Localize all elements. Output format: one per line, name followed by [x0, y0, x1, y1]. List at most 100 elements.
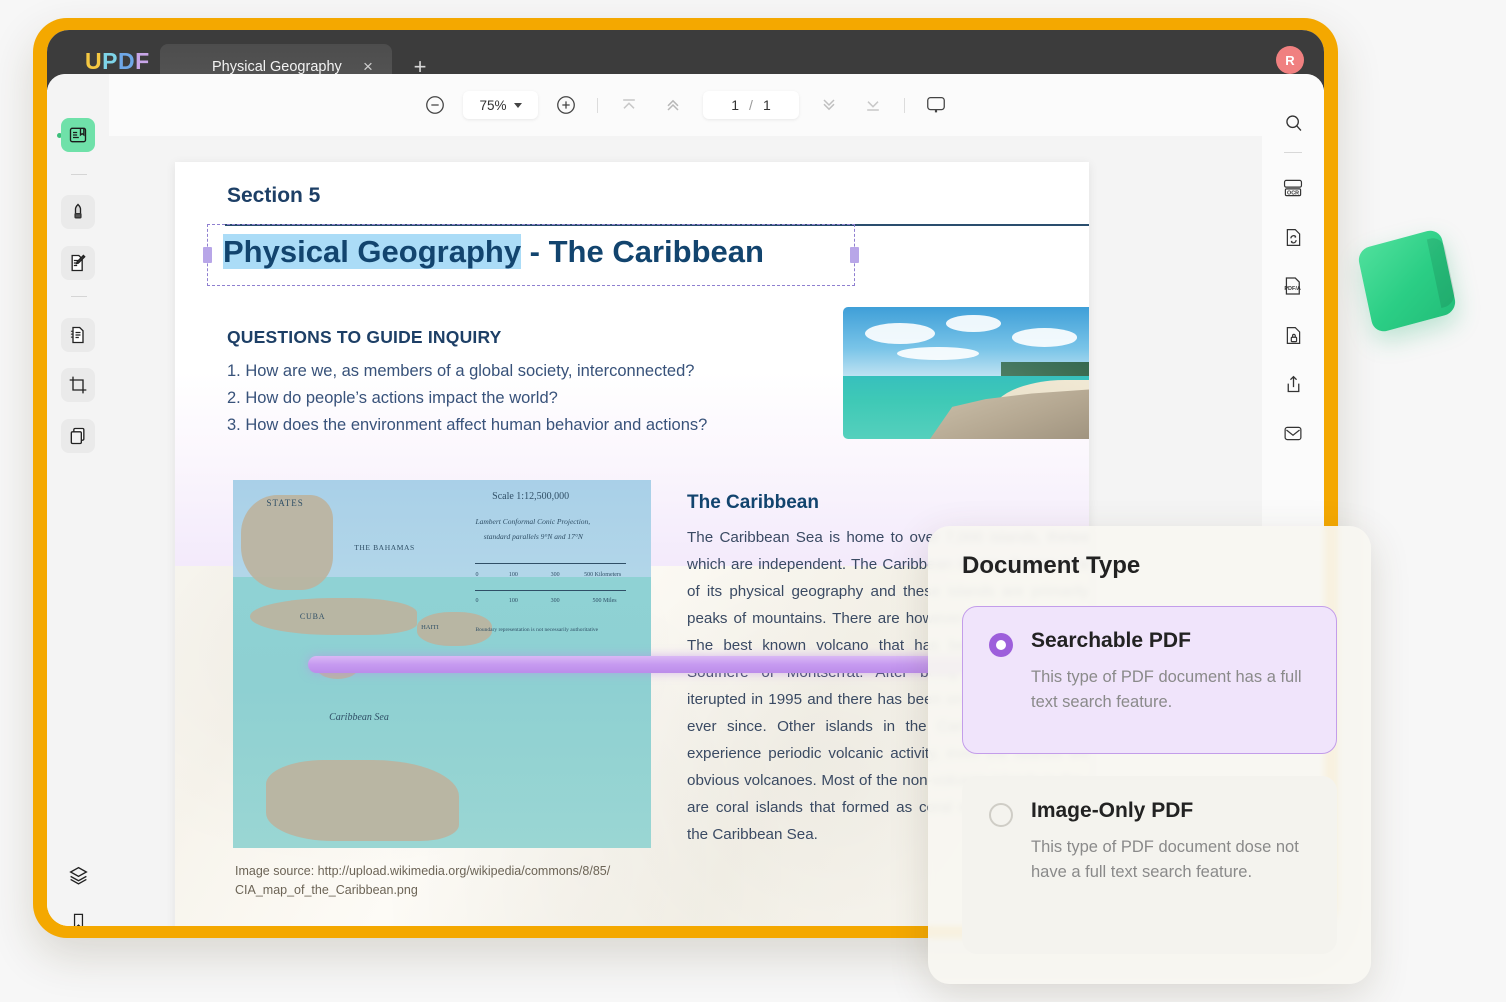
page-title-highlighted: Physical Geography	[223, 234, 521, 269]
ocr-icon: OCR	[1282, 177, 1304, 199]
book-reader-icon	[68, 125, 88, 145]
sidebar-item-crop-page[interactable]	[61, 368, 95, 402]
option-description: This type of PDF document dose not have …	[1031, 835, 1312, 885]
sidebar-item-convert[interactable]	[1276, 220, 1310, 254]
zoom-out-button[interactable]	[418, 88, 452, 122]
photo-cloud	[946, 315, 1000, 332]
option-description: This type of PDF document has a full tex…	[1031, 665, 1312, 715]
questions-heading: QUESTIONS TO GUIDE INQUIRY	[227, 327, 502, 348]
map-landmass-cuba	[250, 598, 417, 635]
avatar[interactable]: R	[1276, 46, 1304, 74]
updf-logo: UPDF	[85, 48, 150, 75]
zoom-level-select[interactable]: 75%	[463, 91, 538, 119]
document-type-option-image-only[interactable]: Image-Only PDF This type of PDF document…	[962, 776, 1337, 954]
map-landmass-florida	[241, 495, 333, 591]
edit-document-icon	[68, 253, 88, 273]
sidebar-item-bookmarks[interactable]	[61, 904, 95, 926]
current-page-value: 1	[731, 97, 739, 113]
map-scale-tick-0: 0	[475, 572, 478, 578]
map-label-bahamas: THE BAHAMAS	[354, 543, 415, 552]
questions-list: 1. How are we, as members of a global so…	[227, 358, 707, 439]
lock-document-icon	[1283, 325, 1304, 346]
map-label-projection-2: standard parallels 9°N and 17°N	[484, 532, 583, 541]
question-item: 3. How does the environment affect human…	[227, 412, 707, 439]
organize-pages-icon	[68, 426, 88, 446]
sidebar-divider-2	[71, 296, 87, 297]
document-type-option-searchable[interactable]: Searchable PDF This type of PDF document…	[962, 606, 1337, 754]
last-page-button[interactable]	[856, 88, 890, 122]
sidebar-item-highlighter[interactable]	[61, 195, 95, 229]
page-title: Physical Geography - The Caribbean	[223, 234, 764, 270]
chevron-down-icon	[514, 103, 522, 108]
crop-icon	[68, 375, 88, 395]
map-scale-tick-100: 100	[509, 572, 518, 578]
left-sidebar	[47, 74, 109, 926]
sidebar-item-pdfa[interactable]: PDF/A	[1276, 269, 1310, 303]
svg-text:PDF/A: PDF/A	[1284, 286, 1300, 292]
presentation-mode-icon	[925, 94, 947, 116]
map-scale2-tick-300: 300	[551, 598, 560, 604]
photo-cloud	[865, 323, 936, 344]
presentation-mode-button[interactable]	[919, 88, 953, 122]
map-caption-line-2: CIA_map_of_the_Caribbean.png	[235, 881, 635, 900]
previous-page-button[interactable]	[656, 88, 690, 122]
sidebar-item-reader-mode[interactable]	[61, 118, 95, 152]
previous-page-icon	[663, 95, 683, 115]
sidebar-item-ocr[interactable]: OCR	[1276, 171, 1310, 205]
toolbar-divider-2	[904, 98, 905, 113]
sidebar-item-email[interactable]	[1276, 416, 1310, 450]
screenshot-root: UPDF Physical Geography × + R	[0, 0, 1506, 1002]
page-separator: /	[749, 97, 753, 113]
page-number-input[interactable]: 1 / 1	[703, 91, 799, 119]
sidebar-item-ocr-document[interactable]	[61, 318, 95, 352]
sidebar-item-edit-pdf[interactable]	[61, 246, 95, 280]
next-page-button[interactable]	[812, 88, 846, 122]
map-scale2-tick-100: 100	[509, 598, 518, 604]
document-type-title: Document Type	[962, 552, 1140, 580]
zoom-in-button[interactable]	[549, 88, 583, 122]
selection-handle-left[interactable]	[203, 247, 212, 263]
highlighter-icon	[68, 202, 88, 222]
map-scale2-tick-500mi: 500 Miles	[592, 598, 616, 604]
map-landmass-south-america	[266, 760, 458, 841]
map-label-projection-1: Lambert Conformal Conic Projection,	[475, 517, 590, 526]
last-page-icon	[863, 95, 883, 115]
radio-unselected-icon[interactable]	[989, 803, 1013, 827]
selection-handle-right[interactable]	[850, 247, 859, 263]
map-caption-line-1: Image source: http://upload.wikimedia.or…	[235, 862, 635, 881]
map-label-united-states: STATES	[266, 498, 303, 508]
photo-cloud	[897, 347, 979, 360]
map-label-cuba: CUBA	[300, 612, 325, 621]
sidebar-item-protect[interactable]	[1276, 318, 1310, 352]
sidebar-item-organize-pages[interactable]	[61, 419, 95, 453]
envelope-icon	[1282, 423, 1304, 444]
zoom-out-icon	[424, 94, 446, 116]
body-sub-heading: The Caribbean	[687, 492, 819, 514]
map-boundary-note: Boundary representation is not necessari…	[475, 627, 598, 633]
map-label-caribbean-sea: Caribbean Sea	[329, 712, 389, 723]
map-caption: Image source: http://upload.wikimedia.or…	[235, 862, 635, 900]
document-toolbar: 75%	[109, 74, 1262, 136]
caribbean-beach-photo	[843, 307, 1089, 439]
logo-letter-p: P	[102, 48, 118, 74]
search-icon	[1283, 113, 1304, 134]
tab-title: Physical Geography	[212, 59, 342, 75]
bookmark-icon	[69, 912, 88, 927]
next-page-icon	[819, 95, 839, 115]
section-label: Section 5	[227, 184, 320, 208]
photo-cloud	[1012, 328, 1077, 346]
layers-icon	[68, 865, 89, 886]
radio-selected-icon[interactable]	[989, 633, 1013, 657]
sidebar-item-search[interactable]	[1276, 106, 1310, 140]
sidebar-item-share[interactable]	[1276, 367, 1310, 401]
ocr-document-icon	[68, 325, 88, 345]
sidebar-item-layers[interactable]	[61, 858, 95, 892]
first-page-icon	[619, 95, 639, 115]
svg-text:OCR: OCR	[1287, 190, 1299, 196]
sidebar-divider-1	[71, 174, 87, 175]
total-pages-value: 1	[763, 97, 771, 113]
logo-letter-u: U	[85, 48, 102, 74]
first-page-button[interactable]	[612, 88, 646, 122]
document-type-panel: Document Type Searchable PDF This type o…	[928, 526, 1371, 984]
map-scale-tick-500km: 500 Kilometers	[584, 572, 621, 578]
